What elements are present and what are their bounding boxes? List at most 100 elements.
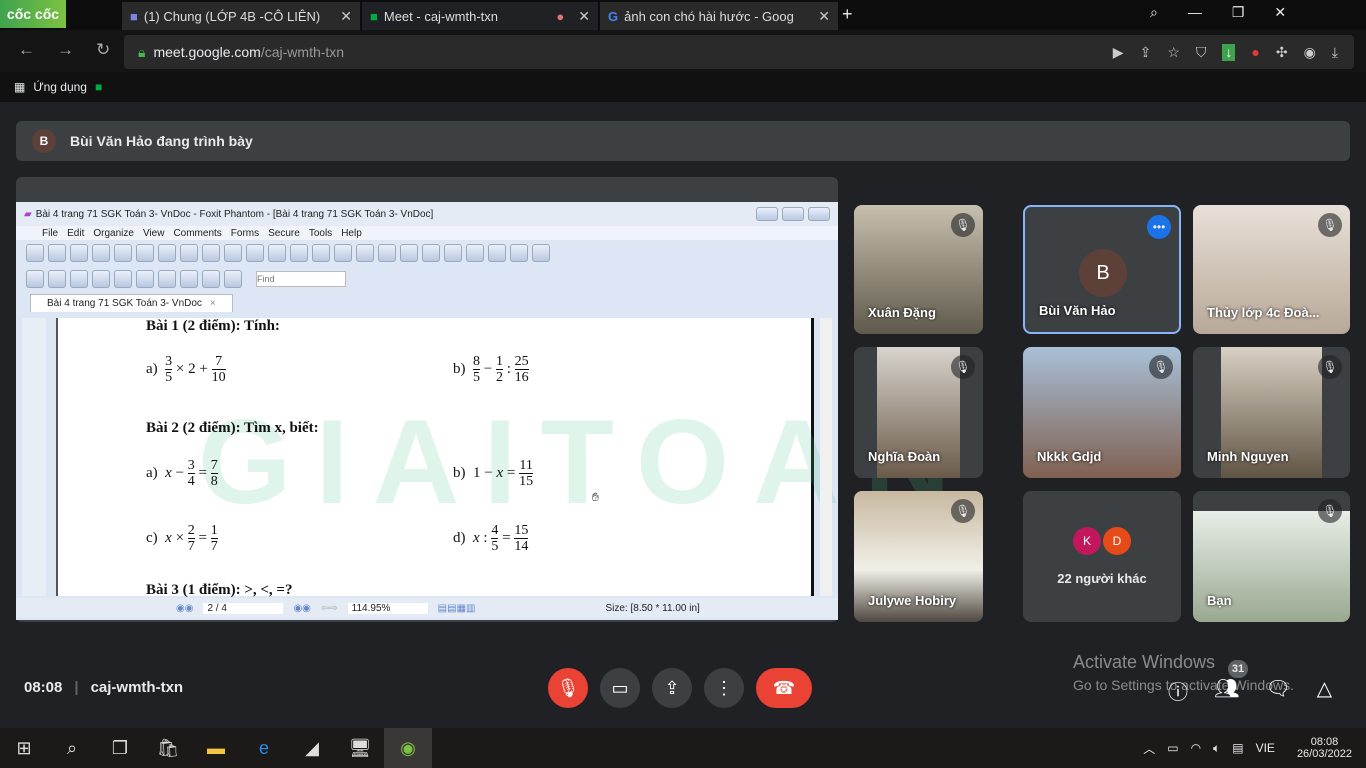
menu-tools[interactable]: Tools	[309, 228, 332, 239]
adblock-icon[interactable]: ●	[1251, 44, 1259, 61]
reload-icon[interactable]: ↻	[96, 40, 110, 60]
forward-icon[interactable]	[202, 244, 220, 262]
leave-call-button[interactable]: ☎︎	[756, 668, 812, 708]
close-icon[interactable]	[808, 207, 830, 221]
zoom-in-icon[interactable]	[400, 244, 418, 262]
profile-icon[interactable]: ◉	[1304, 44, 1316, 61]
present-button[interactable]: ⇪	[652, 668, 692, 708]
remote-desktop-icon[interactable]: 🖥︎	[336, 728, 384, 768]
menu-help[interactable]: Help	[341, 228, 362, 239]
redo-icon[interactable]	[290, 244, 308, 262]
menu-organize[interactable]: Organize	[93, 228, 134, 239]
reader-icon[interactable]	[444, 244, 462, 262]
participant-tile[interactable]: 🎙︎ Xuân Đặng	[854, 205, 983, 334]
scan-icon[interactable]	[114, 244, 132, 262]
forward-icon[interactable]: →	[57, 40, 74, 60]
more-options-button[interactable]: ⋮	[704, 668, 744, 708]
chat-icon[interactable]: 🗨︎	[1265, 676, 1290, 705]
downloads-icon[interactable]: ⤓	[1332, 44, 1338, 61]
snapshot-icon[interactable]	[532, 244, 550, 262]
edit-icon[interactable]	[48, 270, 66, 288]
edge-icon[interactable]: e	[240, 728, 288, 768]
back-icon[interactable]	[180, 244, 198, 262]
doc-tab[interactable]: Bài 4 trang 71 SGK Toán 3- VnDoc ×	[30, 294, 233, 312]
search-tabs-icon[interactable]: ⌕	[1150, 4, 1158, 21]
textbox-icon[interactable]	[180, 270, 198, 288]
star-icon[interactable]: ☆	[1167, 44, 1180, 61]
notes-icon[interactable]: ▤	[1232, 741, 1243, 755]
save-icon[interactable]	[48, 244, 66, 262]
store-icon[interactable]: 🛍︎	[144, 728, 192, 768]
start-icon[interactable]: ⊞	[0, 728, 48, 768]
tab-google[interactable]: Gảnh con chó hài hước - Goog ✕	[600, 2, 838, 30]
fit-width-icon[interactable]	[356, 244, 374, 262]
new-tab-button[interactable]: +	[842, 4, 853, 25]
fit-page-icon[interactable]	[334, 244, 352, 262]
shield-icon[interactable]: ⛉	[1196, 44, 1207, 61]
tab-meet[interactable]: ■ Meet - caj-wmth-txn ● ✕	[362, 2, 598, 30]
page-field[interactable]: 2 / 4	[203, 602, 284, 614]
lock-icon[interactable]	[114, 270, 132, 288]
participant-tile[interactable]: 🎙︎ Nghĩa Đoàn	[854, 347, 983, 478]
tray-chevron-icon[interactable]: ︿	[1143, 740, 1155, 757]
scrollbar[interactable]	[820, 318, 832, 596]
self-tile[interactable]: 🎙︎ Bạn	[1193, 491, 1350, 622]
people-icon[interactable]: 👥︎	[1214, 676, 1239, 705]
participant-tile[interactable]: 🎙︎ Thủy lớp 4c Đoà...	[1193, 205, 1350, 334]
close-icon[interactable]: ✕	[340, 8, 352, 25]
participant-tile[interactable]: 🎙︎ Julywe Hobiry	[854, 491, 983, 622]
meet-bookmark-icon[interactable]: ■	[95, 80, 102, 94]
hand-icon[interactable]	[422, 244, 440, 262]
volume-icon[interactable]: 🔈︎	[1213, 741, 1220, 756]
stamp-icon[interactable]	[70, 270, 88, 288]
close-icon[interactable]: ✕	[818, 8, 830, 25]
email-icon[interactable]	[92, 244, 110, 262]
insert-icon[interactable]	[246, 244, 264, 262]
coccoc-taskbar-icon[interactable]: ◉	[384, 728, 432, 768]
menu-secure[interactable]: Secure	[268, 228, 300, 239]
prev-page-icon[interactable]	[136, 244, 154, 262]
next-page-icon[interactable]: ◉◉	[293, 603, 310, 614]
browser-logo[interactable]: cốc cốc	[0, 0, 66, 28]
app-icon[interactable]: ◢	[288, 728, 336, 768]
page-layout-icon[interactable]: ▤▤▦▥	[438, 603, 476, 614]
sign-icon[interactable]	[158, 270, 176, 288]
extensions-icon[interactable]: ✣	[1276, 44, 1288, 61]
address-bar[interactable]: 🔒︎ meet.google.com/caj-wmth-txn ▶ ⇪ ☆ ⛉ ↓ ● ✣ ◉ ⤓	[124, 35, 1354, 69]
camera-toggle-button[interactable]: ▭	[600, 668, 640, 708]
search-icon[interactable]: ⌕	[48, 728, 96, 768]
menu-edit[interactable]: Edit	[67, 228, 84, 239]
wifi-icon[interactable]: ◠	[1191, 741, 1201, 755]
file-explorer-icon[interactable]: ▬	[192, 728, 240, 768]
comment-icon[interactable]	[202, 270, 220, 288]
task-view-icon[interactable]: ❐	[96, 728, 144, 768]
next-page-icon[interactable]	[158, 244, 176, 262]
battery-icon[interactable]: ▭	[1167, 741, 1178, 755]
activities-icon[interactable]: △	[1317, 676, 1332, 705]
text-icon[interactable]	[510, 244, 528, 262]
print-icon[interactable]	[70, 244, 88, 262]
menu-view[interactable]: View	[143, 228, 165, 239]
share-icon[interactable]: ⇪	[1140, 44, 1152, 61]
close-icon[interactable]: ×	[210, 298, 216, 309]
extract-icon[interactable]	[224, 244, 242, 262]
clock[interactable]: 08:08 26/03/2022	[1297, 736, 1352, 760]
minimize-icon[interactable]	[756, 207, 778, 221]
maximize-icon[interactable]	[782, 207, 804, 221]
bookmark-apps[interactable]: Ứng dụng	[33, 80, 87, 94]
nav-arrows-icon[interactable]: ⇦⇨	[321, 603, 338, 614]
info-icon[interactable]: ⓘ	[1168, 676, 1188, 705]
more-options-icon[interactable]: •••	[1147, 215, 1171, 239]
restore-icon[interactable]: ❐	[1232, 4, 1245, 21]
arrow-icon[interactable]	[224, 270, 242, 288]
language-indicator[interactable]: VIE	[1256, 741, 1275, 755]
attach-icon[interactable]	[92, 270, 110, 288]
note-icon[interactable]	[136, 270, 154, 288]
find-icon[interactable]	[488, 244, 506, 262]
select-icon[interactable]	[466, 244, 484, 262]
participant-tile-presenter[interactable]: B ••• Bùi Văn Hảo	[1023, 205, 1181, 334]
download-icon[interactable]: ↓	[1222, 43, 1236, 61]
zoom-icon[interactable]	[312, 244, 330, 262]
first-page-icon[interactable]: ◉◉	[176, 603, 193, 614]
find-input[interactable]	[256, 271, 346, 287]
